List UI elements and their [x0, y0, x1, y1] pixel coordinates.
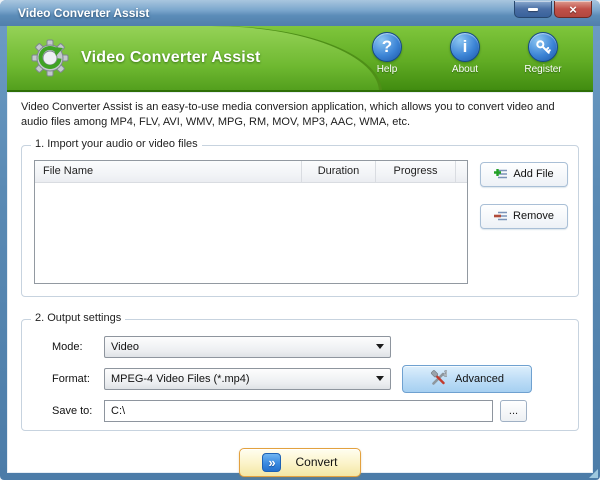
close-icon: ×	[569, 1, 577, 17]
mode-row: Mode: Video	[34, 335, 568, 358]
column-progress[interactable]: Progress	[375, 160, 455, 182]
minimize-button[interactable]	[514, 1, 552, 18]
column-filler	[455, 160, 467, 182]
add-file-label: Add File	[513, 168, 554, 181]
file-list-body[interactable]	[35, 182, 467, 283]
about-label: About	[451, 64, 479, 75]
minimize-icon	[528, 7, 538, 11]
advanced-label: Advanced	[455, 372, 504, 385]
browse-button[interactable]: ...	[500, 399, 527, 422]
add-file-button[interactable]: Add File	[480, 161, 568, 187]
footer: » Convert	[7, 447, 593, 477]
file-list[interactable]: File Name Duration Progress	[34, 159, 468, 284]
resize-grip[interactable]	[589, 469, 598, 478]
window-controls: ×	[514, 1, 592, 18]
main-content: Video Converter Assist is an easy-to-use…	[7, 92, 593, 477]
chevron-down-icon	[376, 376, 384, 382]
remove-icon	[494, 211, 508, 221]
about-button[interactable]: i About	[439, 32, 491, 75]
header-branding: Video Converter Assist	[7, 26, 261, 90]
format-row: Format: MPEG-4 Video Files (*.mp4) Advan…	[34, 364, 568, 393]
output-section-title: 2. Output settings	[31, 311, 126, 324]
save-to-row: Save to: ...	[34, 399, 568, 422]
mode-label: Mode:	[52, 340, 83, 353]
output-section: 2. Output settings Mode: Video Format: M…	[21, 311, 579, 431]
import-section-title: 1. Import your audio or video files	[31, 137, 202, 150]
help-label: Help	[376, 64, 398, 75]
register-label: Register	[524, 64, 562, 75]
format-value: MPEG-4 Video Files (*.mp4)	[111, 372, 250, 385]
file-actions: Add File Remove	[480, 160, 568, 286]
register-button[interactable]: Register	[517, 32, 569, 75]
app-description: Video Converter Assist is an easy-to-use…	[21, 101, 555, 129]
format-label: Format:	[52, 372, 90, 385]
gear-logo-icon	[31, 39, 69, 77]
mode-dropdown[interactable]: Video	[104, 335, 391, 358]
window-title: Video Converter Assist	[18, 6, 150, 20]
mode-value: Video	[111, 340, 139, 353]
save-to-input[interactable]	[104, 399, 493, 422]
remove-label: Remove	[513, 210, 554, 223]
convert-label: Convert	[295, 455, 338, 470]
app-header: Video Converter Assist ? Help i About Re…	[7, 26, 593, 92]
import-section: 1. Import your audio or video files File…	[21, 137, 579, 297]
about-icon: i	[450, 32, 480, 62]
file-list-header: File Name Duration Progress	[35, 160, 467, 183]
app-title: Video Converter Assist	[81, 49, 261, 66]
add-file-icon	[494, 168, 508, 179]
save-to-label: Save to:	[52, 404, 93, 417]
double-chevron-icon: »	[262, 452, 282, 472]
header-nav: ? Help i About Register	[361, 32, 569, 75]
column-file-name[interactable]: File Name	[35, 161, 301, 182]
format-dropdown[interactable]: MPEG-4 Video Files (*.mp4)	[104, 367, 391, 390]
close-button[interactable]: ×	[554, 1, 592, 18]
remove-button[interactable]: Remove	[480, 203, 568, 229]
chevron-down-icon	[376, 344, 384, 350]
tools-icon	[430, 370, 448, 386]
column-duration[interactable]: Duration	[301, 160, 375, 182]
help-icon: ?	[372, 32, 402, 62]
titlebar[interactable]: Video Converter Assist ×	[0, 0, 600, 26]
help-button[interactable]: ? Help	[361, 32, 413, 75]
convert-button[interactable]: » Convert	[239, 447, 361, 477]
advanced-button[interactable]: Advanced	[402, 364, 532, 393]
register-key-icon	[528, 32, 558, 62]
app-window: Video Converter Assist × Video Converter…	[0, 0, 600, 480]
